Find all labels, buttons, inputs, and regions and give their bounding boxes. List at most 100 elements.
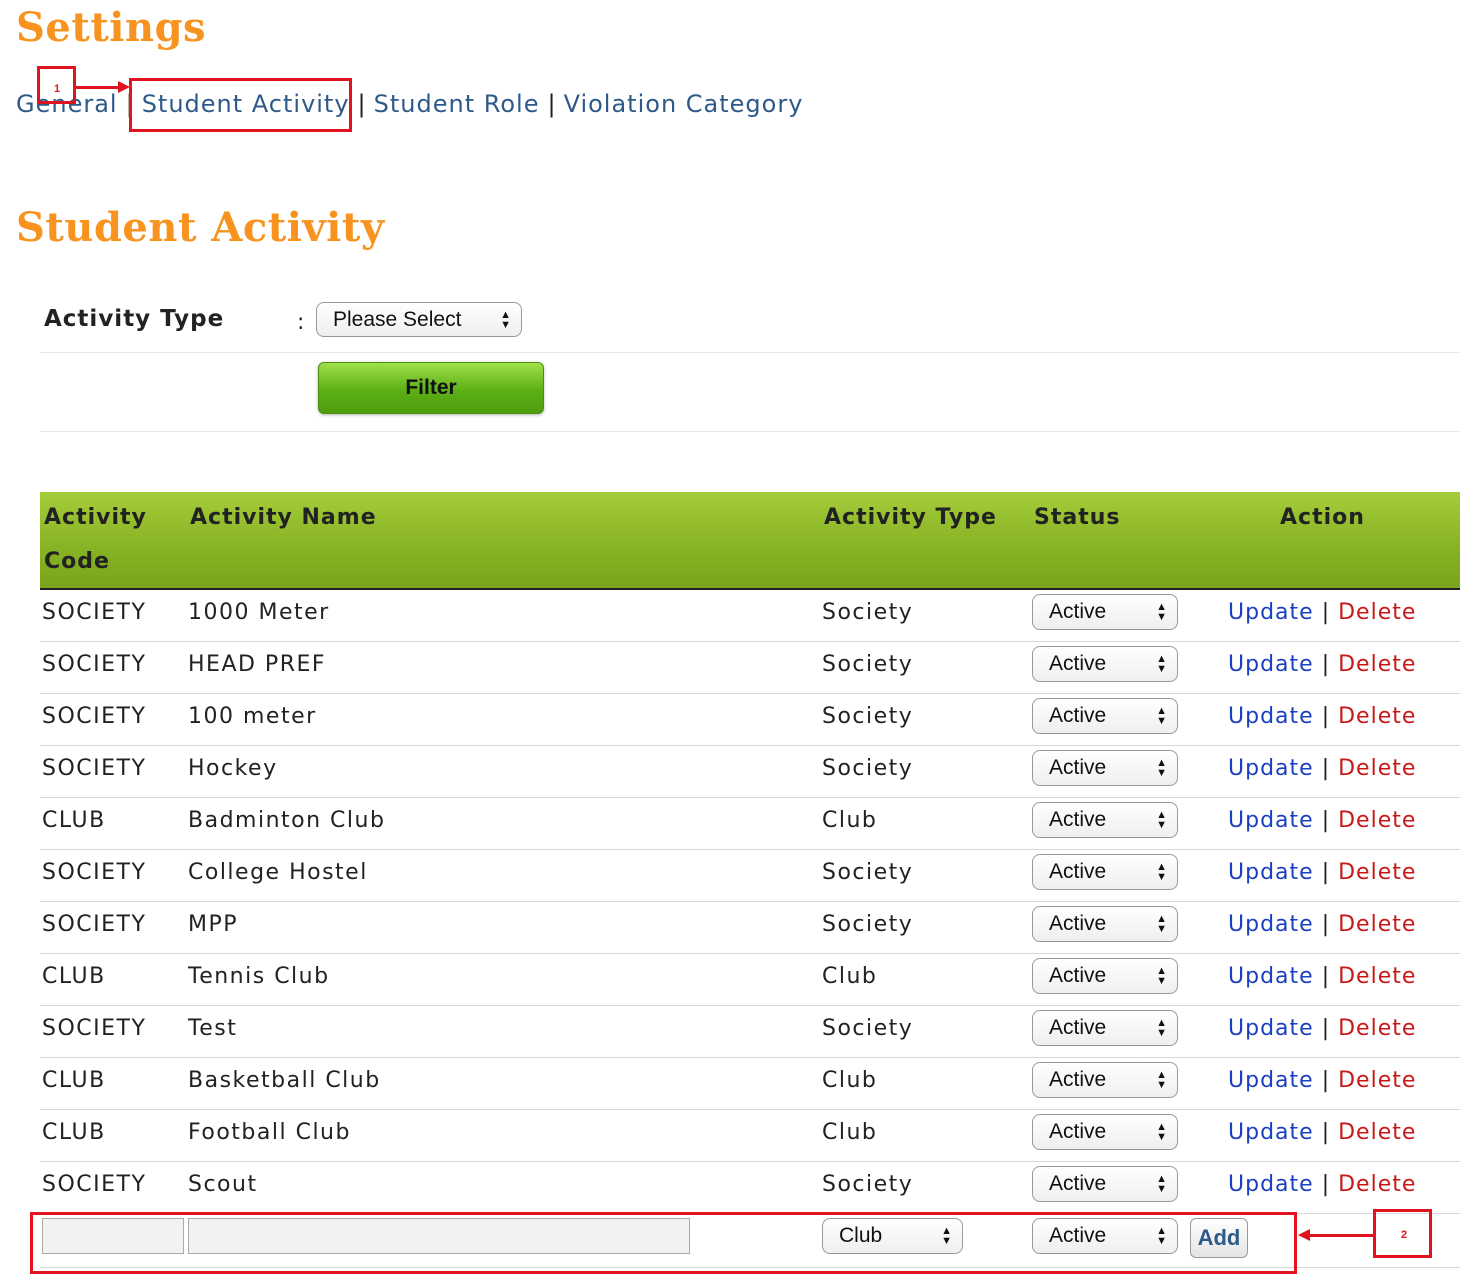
delete-link[interactable]: Delete bbox=[1338, 652, 1416, 677]
select-arrows-icon: ▲ ▼ bbox=[1156, 653, 1167, 675]
annotation-highlight-add-row bbox=[30, 1212, 1297, 1274]
activity-type-cell: Society bbox=[822, 756, 914, 781]
select-arrows-icon: ▲ ▼ bbox=[1156, 1173, 1167, 1195]
activity-name-cell: Tennis Club bbox=[188, 964, 330, 989]
table-row: SOCIETY Test Society Active ▲ ▼ Update | Delete bbox=[40, 1006, 1460, 1058]
select-arrows-icon: ▲ ▼ bbox=[1156, 913, 1167, 935]
delete-link[interactable]: Delete bbox=[1338, 1120, 1416, 1145]
status-select[interactable]: Active ▲ ▼ bbox=[1032, 698, 1178, 734]
activity-name-cell: MPP bbox=[188, 912, 239, 937]
select-arrows-icon: ▲ ▼ bbox=[1156, 705, 1167, 727]
status-select[interactable]: Active ▲ ▼ bbox=[1032, 1062, 1178, 1098]
action-separator: | bbox=[1321, 1120, 1331, 1145]
delete-link[interactable]: Delete bbox=[1338, 1172, 1416, 1197]
activity-name-cell: 100 meter bbox=[188, 704, 317, 729]
delete-link[interactable]: Delete bbox=[1338, 860, 1416, 885]
nav-separator: | bbox=[547, 90, 556, 118]
update-link[interactable]: Update bbox=[1228, 1120, 1314, 1145]
nav-student-role-link[interactable]: Student Role bbox=[374, 90, 540, 118]
update-link[interactable]: Update bbox=[1228, 912, 1314, 937]
delete-link[interactable]: Delete bbox=[1338, 600, 1416, 625]
delete-link[interactable]: Delete bbox=[1338, 1016, 1416, 1041]
activity-type-cell: Club bbox=[822, 964, 878, 989]
activity-name-cell: College Hostel bbox=[188, 860, 368, 885]
activity-code-cell: CLUB bbox=[42, 1068, 106, 1093]
status-select[interactable]: Active ▲ ▼ bbox=[1032, 1010, 1178, 1046]
activity-type-select[interactable]: Please Select ▲ ▼ bbox=[316, 302, 522, 337]
activity-code-cell: SOCIETY bbox=[42, 860, 147, 885]
status-select[interactable]: Active ▲ ▼ bbox=[1032, 750, 1178, 786]
header-action: Action bbox=[1280, 505, 1365, 530]
row-actions: Update | Delete bbox=[1228, 1068, 1416, 1093]
table-row: SOCIETY College Hostel Society Active ▲ ▼ Upda… bbox=[40, 850, 1460, 902]
activity-type-cell: Society bbox=[822, 600, 914, 625]
update-link[interactable]: Update bbox=[1228, 808, 1314, 833]
update-link[interactable]: Update bbox=[1228, 1016, 1314, 1041]
status-select[interactable]: Active ▲ ▼ bbox=[1032, 802, 1178, 838]
status-select[interactable]: Active ▲ ▼ bbox=[1032, 854, 1178, 890]
row-actions: Update | Delete bbox=[1228, 1016, 1416, 1041]
delete-link[interactable]: Delete bbox=[1338, 912, 1416, 937]
update-link[interactable]: Update bbox=[1228, 964, 1314, 989]
update-link[interactable]: Update bbox=[1228, 704, 1314, 729]
update-link[interactable]: Update bbox=[1228, 756, 1314, 781]
update-link[interactable]: Update bbox=[1228, 652, 1314, 677]
activity-code-cell: CLUB bbox=[42, 964, 106, 989]
page-title: Settings bbox=[16, 4, 207, 51]
activity-type-cell: Society bbox=[822, 912, 914, 937]
update-link[interactable]: Update bbox=[1228, 1172, 1314, 1197]
row-actions: Update | Delete bbox=[1228, 756, 1416, 781]
status-select-value: Active bbox=[1049, 860, 1107, 883]
update-link[interactable]: Update bbox=[1228, 600, 1314, 625]
delete-link[interactable]: Delete bbox=[1338, 808, 1416, 833]
select-arrows-icon: ▲ ▼ bbox=[1156, 965, 1167, 987]
status-select-value: Active bbox=[1049, 652, 1107, 675]
table-row: CLUB Badminton Club Club Active ▲ ▼ Update | Del… bbox=[40, 798, 1460, 850]
delete-link[interactable]: Delete bbox=[1338, 756, 1416, 781]
select-arrows-icon: ▲ ▼ bbox=[1156, 601, 1167, 623]
select-arrows-icon: ▲ ▼ bbox=[1156, 1069, 1167, 1091]
table-row: SOCIETY 1000 Meter Society Active ▲ ▼ Update | D… bbox=[40, 590, 1460, 642]
activity-type-cell: Society bbox=[822, 1172, 914, 1197]
select-arrows-icon: ▲ ▼ bbox=[500, 308, 511, 331]
table-row: CLUB Basketball Club Club Active ▲ ▼ Update | De… bbox=[40, 1058, 1460, 1110]
status-select[interactable]: Active ▲ ▼ bbox=[1032, 1166, 1178, 1202]
nav-violation-category-link[interactable]: Violation Category bbox=[564, 90, 804, 118]
header-status: Status bbox=[1034, 505, 1121, 530]
row-actions: Update | Delete bbox=[1228, 912, 1416, 937]
status-select-value: Active bbox=[1049, 1172, 1107, 1195]
status-select[interactable]: Active ▲ ▼ bbox=[1032, 906, 1178, 942]
activity-code-cell: SOCIETY bbox=[42, 600, 147, 625]
annotation-marker-2: 2 bbox=[1373, 1209, 1432, 1258]
update-link[interactable]: Update bbox=[1228, 860, 1314, 885]
divider bbox=[40, 431, 1460, 432]
table-row: SOCIETY Scout Society Active ▲ ▼ Update | Delete bbox=[40, 1162, 1460, 1214]
activity-code-cell: SOCIETY bbox=[42, 1016, 147, 1041]
status-select[interactable]: Active ▲ ▼ bbox=[1032, 646, 1178, 682]
filter-button[interactable]: Filter bbox=[318, 362, 544, 414]
annotation-highlight-student-activity bbox=[129, 78, 352, 132]
status-select-value: Active bbox=[1049, 600, 1107, 623]
activity-type-cell: Club bbox=[822, 808, 878, 833]
row-actions: Update | Delete bbox=[1228, 1172, 1416, 1197]
status-select-value: Active bbox=[1049, 704, 1107, 727]
row-actions: Update | Delete bbox=[1228, 964, 1416, 989]
update-link[interactable]: Update bbox=[1228, 1068, 1314, 1093]
delete-link[interactable]: Delete bbox=[1338, 1068, 1416, 1093]
action-separator: | bbox=[1321, 1172, 1331, 1197]
delete-link[interactable]: Delete bbox=[1338, 964, 1416, 989]
status-select[interactable]: Active ▲ ▼ bbox=[1032, 1114, 1178, 1150]
action-separator: | bbox=[1321, 704, 1331, 729]
activity-type-cell: Club bbox=[822, 1068, 878, 1093]
nav-separator: | bbox=[357, 90, 366, 118]
row-actions: Update | Delete bbox=[1228, 600, 1416, 625]
activity-name-cell: HEAD PREF bbox=[188, 652, 327, 677]
action-separator: | bbox=[1321, 860, 1331, 885]
header-activity-code: Activity Code bbox=[44, 505, 147, 574]
status-select[interactable]: Active ▲ ▼ bbox=[1032, 594, 1178, 630]
delete-link[interactable]: Delete bbox=[1338, 704, 1416, 729]
action-separator: | bbox=[1321, 912, 1331, 937]
activity-name-cell: Football Club bbox=[188, 1120, 351, 1145]
status-select[interactable]: Active ▲ ▼ bbox=[1032, 958, 1178, 994]
activity-type-cell: Society bbox=[822, 704, 914, 729]
